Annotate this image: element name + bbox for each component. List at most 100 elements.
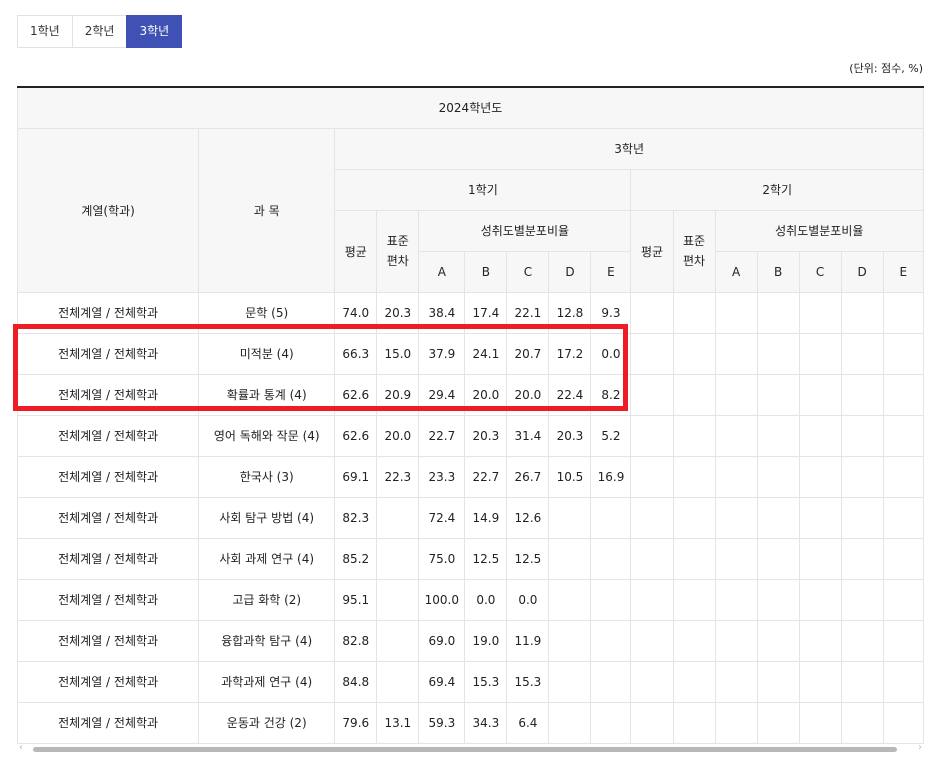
sem1-value-cell: 9.3 xyxy=(590,291,632,334)
sem2-value-cell xyxy=(756,578,800,621)
sem2-value-cell xyxy=(840,496,884,539)
dept-header: 계열(학과) xyxy=(16,127,200,293)
grade-tabs: 1학년 2학년 3학년 xyxy=(17,15,183,48)
sem1-value-cell: 69.0 xyxy=(418,619,466,662)
sem2-value-cell xyxy=(672,455,716,498)
sem2-value-cell xyxy=(630,414,674,457)
sem2-dist-header: 성취도별분포비율 xyxy=(714,209,925,252)
sem1-value-cell: 20.0 xyxy=(464,373,508,416)
sem2-value-cell xyxy=(714,537,758,580)
sem2-value-cell xyxy=(882,619,925,662)
scroll-left-icon[interactable]: ‹ xyxy=(19,742,23,753)
tab-grade-1[interactable]: 1학년 xyxy=(17,15,72,48)
sem2-value-cell xyxy=(756,455,800,498)
subject-cell: 운동과 건강 (2) xyxy=(198,701,336,744)
sem1-value-cell: 23.3 xyxy=(418,455,466,498)
sem2-value-cell xyxy=(882,414,925,457)
sem2-value-cell xyxy=(840,455,884,498)
sem1-value-cell: 75.0 xyxy=(418,537,466,580)
dept-cell: 전체계열 / 전체학과 xyxy=(16,414,200,457)
tab-grade-2[interactable]: 2학년 xyxy=(71,15,127,48)
sem1-value-cell xyxy=(590,701,632,744)
sem1-value-cell: 79.6 xyxy=(334,701,378,744)
sem1-value-cell xyxy=(590,619,632,662)
sem1-value-cell: 0.0 xyxy=(590,332,632,375)
subject-cell: 확률과 통계 (4) xyxy=(198,373,336,416)
sem1-value-cell: 15.0 xyxy=(376,332,420,375)
scroll-right-icon[interactable]: › xyxy=(918,742,922,753)
sem2-value-cell xyxy=(798,291,842,334)
sem2-value-cell xyxy=(798,578,842,621)
table-row: 전체계열 / 전체학과 영어 독해와 작문 (4) 62.6 20.0 22.7 20.3… xyxy=(16,414,925,457)
sem2-value-cell xyxy=(672,660,716,703)
sem1-value-cell: 17.4 xyxy=(464,291,508,334)
sem1-value-cell: 15.3 xyxy=(464,660,508,703)
sem2-value-cell xyxy=(714,373,758,416)
sem1-value-cell xyxy=(548,537,592,580)
sem1-value-cell: 38.4 xyxy=(418,291,466,334)
sem1-value-cell: 12.8 xyxy=(548,291,592,334)
sem2-value-cell xyxy=(840,701,884,744)
sem2-value-cell xyxy=(714,619,758,662)
sem2-value-cell xyxy=(840,537,884,580)
sem1-value-cell: 82.8 xyxy=(334,619,378,662)
table-row: 전체계열 / 전체학과 사회 탐구 방법 (4) 82.3 72.4 14.9 12.6 xyxy=(16,496,925,539)
sem1-value-cell: 22.4 xyxy=(548,373,592,416)
sem1-value-cell xyxy=(548,701,592,744)
sem2-value-cell xyxy=(840,578,884,621)
dept-cell: 전체계열 / 전체학과 xyxy=(16,332,200,375)
sem1-value-cell: 19.0 xyxy=(464,619,508,662)
sem1-value-cell xyxy=(376,660,420,703)
sem1-value-cell: 8.2 xyxy=(590,373,632,416)
sem1-value-cell: 15.3 xyxy=(506,660,550,703)
sem1-grade-d-header: D xyxy=(548,250,592,293)
sem2-value-cell xyxy=(630,537,674,580)
sem1-value-cell: 62.6 xyxy=(334,414,378,457)
sem1-grade-c-header: C xyxy=(506,250,550,293)
sem1-value-cell: 20.3 xyxy=(464,414,508,457)
sem2-value-cell xyxy=(756,619,800,662)
sem1-value-cell: 26.7 xyxy=(506,455,550,498)
sem1-value-cell xyxy=(376,578,420,621)
score-table: 2024학년도 계열(학과) 과 목 3학년 1학기 2학기 평균 표준 편차 … xyxy=(16,86,925,744)
sem2-value-cell xyxy=(630,373,674,416)
sem1-value-cell: 100.0 xyxy=(418,578,466,621)
sem1-grade-b-header: B xyxy=(464,250,508,293)
sem1-value-cell: 20.3 xyxy=(548,414,592,457)
sem1-value-cell: 85.2 xyxy=(334,537,378,580)
sem1-value-cell: 59.3 xyxy=(418,701,466,744)
unit-note: (단위: 점수, %) xyxy=(849,62,923,75)
sem1-value-cell: 72.4 xyxy=(418,496,466,539)
sem1-value-cell: 20.9 xyxy=(376,373,420,416)
sem2-value-cell xyxy=(672,496,716,539)
sem2-value-cell xyxy=(798,332,842,375)
sem2-value-cell xyxy=(756,291,800,334)
dept-cell: 전체계열 / 전체학과 xyxy=(16,660,200,703)
sem1-value-cell xyxy=(548,660,592,703)
sem1-value-cell xyxy=(548,496,592,539)
sem2-value-cell xyxy=(672,619,716,662)
horizontal-scrollbar[interactable]: ‹ › xyxy=(17,742,924,756)
sem1-value-cell: 22.7 xyxy=(464,455,508,498)
table-row: 전체계열 / 전체학과 고급 화학 (2) 95.1 100.0 0.0 0.0 xyxy=(16,578,925,621)
sem1-value-cell: 0.0 xyxy=(464,578,508,621)
year-header: 2024학년도 xyxy=(17,86,924,129)
sem2-value-cell xyxy=(756,332,800,375)
sem1-value-cell: 0.0 xyxy=(506,578,550,621)
subject-cell: 미적분 (4) xyxy=(198,332,336,375)
sem2-value-cell xyxy=(714,332,758,375)
scroll-thumb[interactable] xyxy=(33,747,897,752)
sem1-value-cell: 10.5 xyxy=(548,455,592,498)
sem1-value-cell: 20.3 xyxy=(376,291,420,334)
sem1-value-cell: 82.3 xyxy=(334,496,378,539)
table-row: 전체계열 / 전체학과 확률과 통계 (4) 62.6 20.9 29.4 20.0 20.… xyxy=(16,373,925,416)
sem2-value-cell xyxy=(714,455,758,498)
sem1-grade-a-header: A xyxy=(418,250,466,293)
subject-cell: 융합과학 탐구 (4) xyxy=(198,619,336,662)
tab-grade-3[interactable]: 3학년 xyxy=(126,15,183,48)
sem2-value-cell xyxy=(672,373,716,416)
dept-cell: 전체계열 / 전체학과 xyxy=(16,701,200,744)
sem1-std-label: 표준 편차 xyxy=(386,234,409,268)
sem1-value-cell: 20.0 xyxy=(506,373,550,416)
sem1-value-cell: 22.7 xyxy=(418,414,466,457)
